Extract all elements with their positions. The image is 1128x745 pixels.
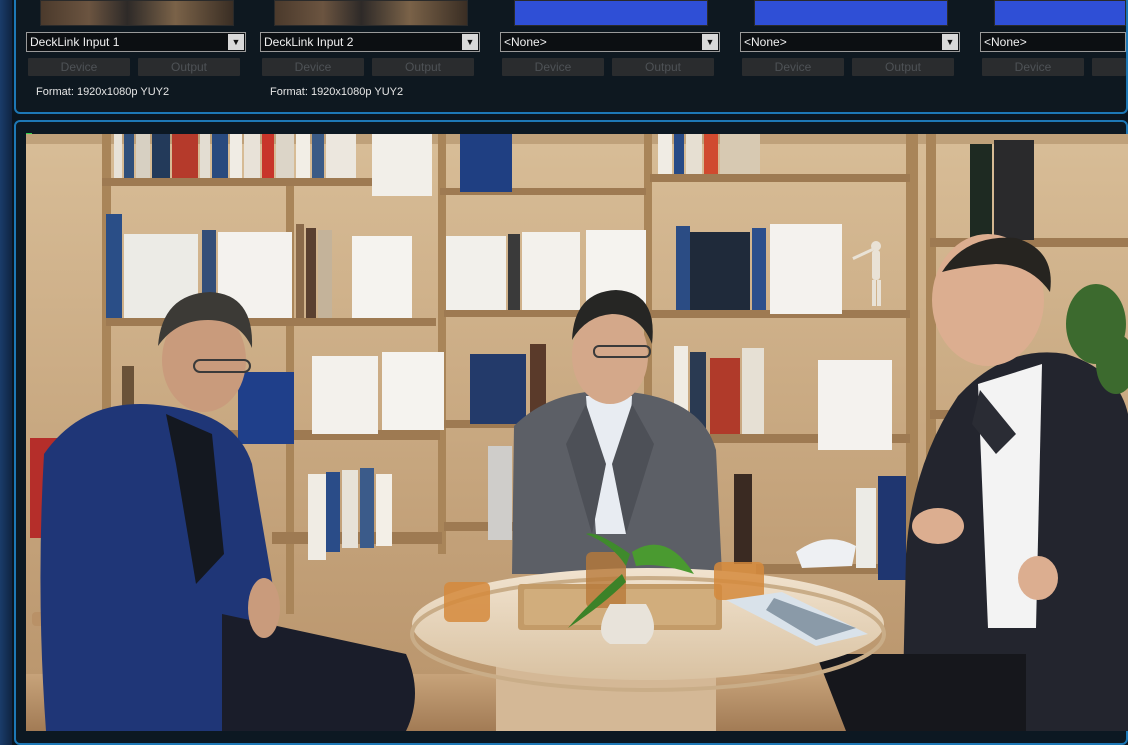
- input-source-value: <None>: [504, 35, 547, 49]
- input-source-select[interactable]: <None>: [980, 32, 1126, 52]
- device-button[interactable]: Device: [742, 58, 844, 76]
- device-button[interactable]: Device: [28, 58, 130, 76]
- input-source-select[interactable]: <None> ▼: [500, 32, 720, 52]
- output-button[interactable]: Output: [372, 58, 474, 76]
- input-source-value: DeckLink Input 1: [30, 35, 120, 49]
- output-button[interactable]: Output: [138, 58, 240, 76]
- channel-thumbnail: [40, 0, 234, 26]
- desktop-left-edge: [0, 0, 12, 745]
- channel-thumbnail: [274, 0, 468, 26]
- channel-thumbnail: [514, 0, 708, 26]
- chevron-down-icon[interactable]: ▼: [942, 34, 958, 50]
- device-button[interactable]: Device: [502, 58, 604, 76]
- input-source-value: <None>: [984, 35, 1027, 49]
- input-source-value: DeckLink Input 2: [264, 35, 354, 49]
- channel-thumbnail: [994, 0, 1126, 26]
- live-video-frame: [26, 134, 1128, 731]
- device-button[interactable]: Device: [262, 58, 364, 76]
- output-button[interactable]: Output: [852, 58, 954, 76]
- channel-thumbnail: [754, 0, 948, 26]
- chevron-down-icon[interactable]: ▼: [228, 34, 244, 50]
- input-source-select[interactable]: DeckLink Input 1 ▼: [26, 32, 246, 52]
- chevron-down-icon[interactable]: ▼: [462, 34, 478, 50]
- input-source-select[interactable]: <None> ▼: [740, 32, 960, 52]
- output-button[interactable]: Output: [612, 58, 714, 76]
- output-button[interactable]: [1092, 58, 1126, 76]
- input-source-select[interactable]: DeckLink Input 2 ▼: [260, 32, 480, 52]
- input-source-value: <None>: [744, 35, 787, 49]
- format-label: Format: 1920x1080p YUY2: [270, 86, 404, 98]
- video-preview: [26, 134, 1128, 731]
- chevron-down-icon[interactable]: ▼: [702, 34, 718, 50]
- format-label: Format: 1920x1080p YUY2: [36, 86, 170, 98]
- device-button[interactable]: Device: [982, 58, 1084, 76]
